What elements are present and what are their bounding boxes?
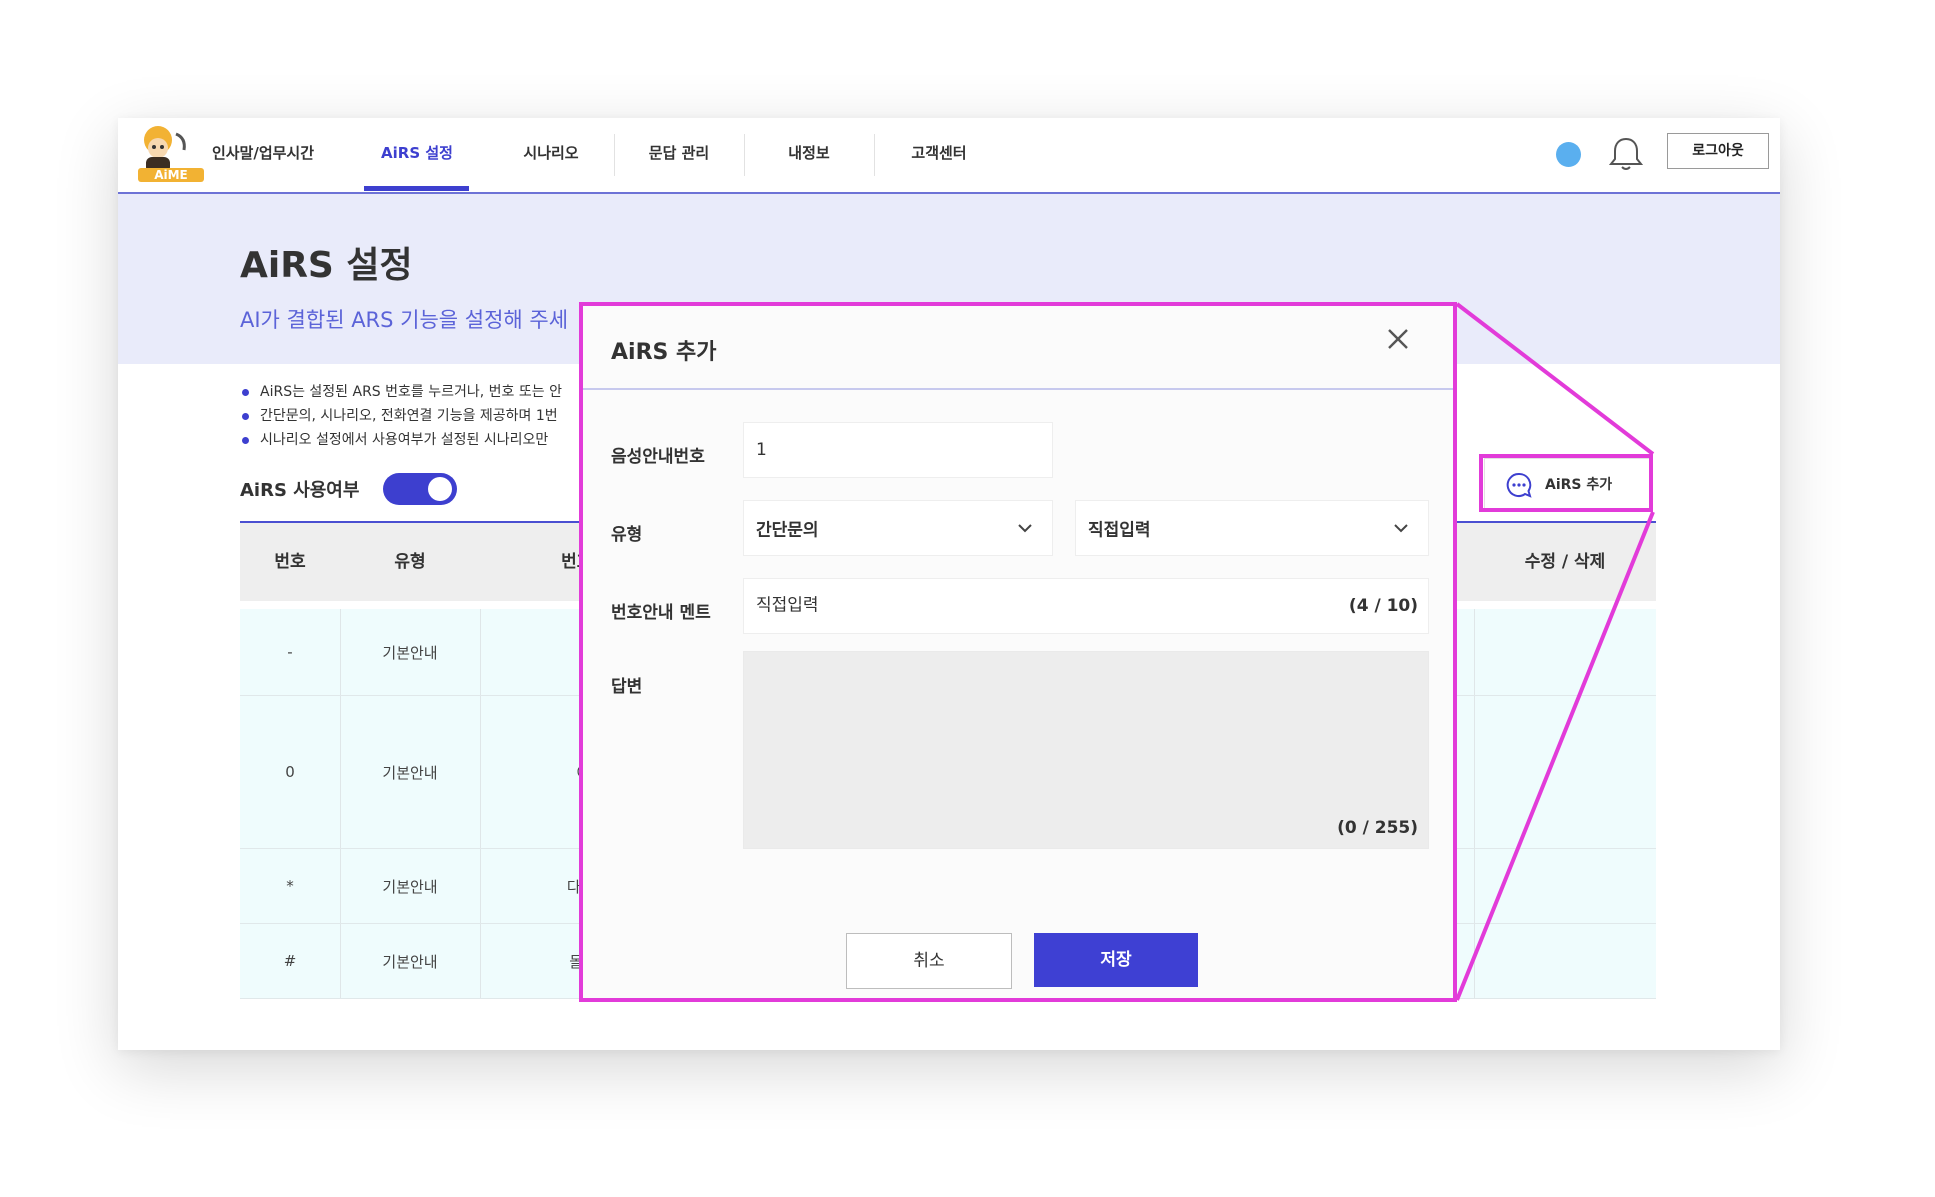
notice-item: 시나리오 설정에서 사용여부가 설정된 시나리오만 (240, 428, 600, 452)
ment-counter: (4 / 10) (1348, 596, 1418, 616)
column-divider (340, 609, 341, 695)
ment-value: 직접입력 (756, 595, 819, 616)
voice-number-label: 음성안내번호 (611, 447, 705, 467)
column-divider (340, 924, 341, 998)
page-subtitle: AI가 결합된 ARS 기능을 설정해 주세 (240, 308, 569, 332)
type-sub-select-value: 직접입력 (1088, 520, 1151, 541)
voice-number-input[interactable]: 1 (743, 422, 1053, 478)
cell-type: 기본안내 (382, 952, 438, 971)
page-title: AiRS 설정 (240, 245, 413, 286)
nav-item-customer-center[interactable]: 고객센터 (884, 118, 994, 192)
column-header-edit-delete: 수정 / 삭제 (1524, 552, 1606, 572)
save-button[interactable]: 저장 (1034, 933, 1198, 987)
nav-separator (614, 134, 615, 176)
notice-item: 간단문의, 시나리오, 전화연결 기능을 제공하며 1번 (240, 404, 600, 428)
nav-item-greeting-hours[interactable]: 인사말/업무시간 (188, 118, 338, 192)
answer-label: 답변 (611, 677, 643, 697)
cancel-button[interactable]: 취소 (846, 933, 1012, 989)
chat-bubble-icon (1506, 472, 1532, 498)
column-divider (1474, 609, 1475, 695)
bell-icon[interactable] (1606, 134, 1646, 174)
type-select[interactable]: 간단문의 (743, 500, 1053, 556)
notice-list: AiRS는 설정된 ARS 번호를 누르거나, 번호 또는 안 간단문의, 시나… (240, 380, 600, 452)
close-icon[interactable] (1381, 322, 1415, 356)
answer-counter: (0 / 255) (1337, 818, 1418, 838)
cell-type: 기본안내 (382, 763, 438, 782)
modal-title: AiRS 추가 (611, 340, 717, 365)
type-label: 유형 (611, 525, 643, 545)
column-divider (480, 696, 481, 848)
cell-type: 기본안내 (382, 877, 438, 896)
cell-number: - (287, 643, 293, 661)
nav-item-scenario[interactable]: 시나리오 (496, 118, 606, 192)
top-navigation: AiME 인사말/업무시간 AiRS 설정 시나리오 문답 관리 내정보 고객센… (118, 118, 1780, 194)
status-dot (1556, 142, 1581, 167)
nav-separator (744, 134, 745, 176)
column-header-number: 번호 (274, 552, 306, 572)
modal-divider (583, 388, 1453, 390)
logout-button[interactable]: 로그아웃 (1667, 133, 1769, 169)
cell-number: # (283, 952, 297, 970)
column-divider (340, 849, 341, 923)
toggle-knob (428, 477, 452, 501)
nav-separator (874, 134, 875, 176)
voice-number-value: 1 (756, 440, 767, 460)
airs-add-label: AiRS 추가 (1545, 477, 1613, 493)
airs-add-modal: AiRS 추가 음성안내번호 1 유형 간단문의 직접입력 번호안내 멘트 직접… (579, 302, 1457, 1002)
column-divider (340, 696, 341, 848)
nav-item-airs-settings[interactable]: AiRS 설정 (358, 118, 476, 192)
column-divider (1474, 696, 1475, 848)
type-select-value: 간단문의 (756, 520, 819, 541)
chevron-down-icon (1394, 524, 1408, 533)
cell-number: * (286, 877, 294, 895)
column-divider (1474, 924, 1475, 998)
cell-number: 0 (285, 763, 295, 781)
type-sub-select[interactable]: 직접입력 (1075, 500, 1429, 556)
nav-item-qa-management[interactable]: 문답 관리 (624, 118, 734, 192)
chevron-down-icon (1018, 524, 1032, 533)
airs-usage-toggle[interactable] (383, 473, 457, 505)
ment-input[interactable]: 직접입력 (4 / 10) (743, 578, 1429, 634)
airs-usage-label: AiRS 사용여부 (240, 480, 360, 501)
column-divider (480, 924, 481, 998)
nav-item-my-info[interactable]: 내정보 (754, 118, 864, 192)
column-divider (480, 609, 481, 695)
column-divider (1474, 849, 1475, 923)
logo-text: AiME (154, 168, 188, 182)
cell-type: 기본안내 (382, 643, 438, 662)
nav-active-indicator (364, 186, 469, 191)
ment-label: 번호안내 멘트 (611, 603, 711, 623)
notice-item: AiRS는 설정된 ARS 번호를 누르거나, 번호 또는 안 (240, 380, 600, 404)
column-divider (480, 849, 481, 923)
column-header-type: 유형 (394, 552, 426, 572)
answer-textarea[interactable]: (0 / 255) (743, 651, 1429, 849)
airs-add-button[interactable]: AiRS 추가 (1484, 458, 1650, 510)
